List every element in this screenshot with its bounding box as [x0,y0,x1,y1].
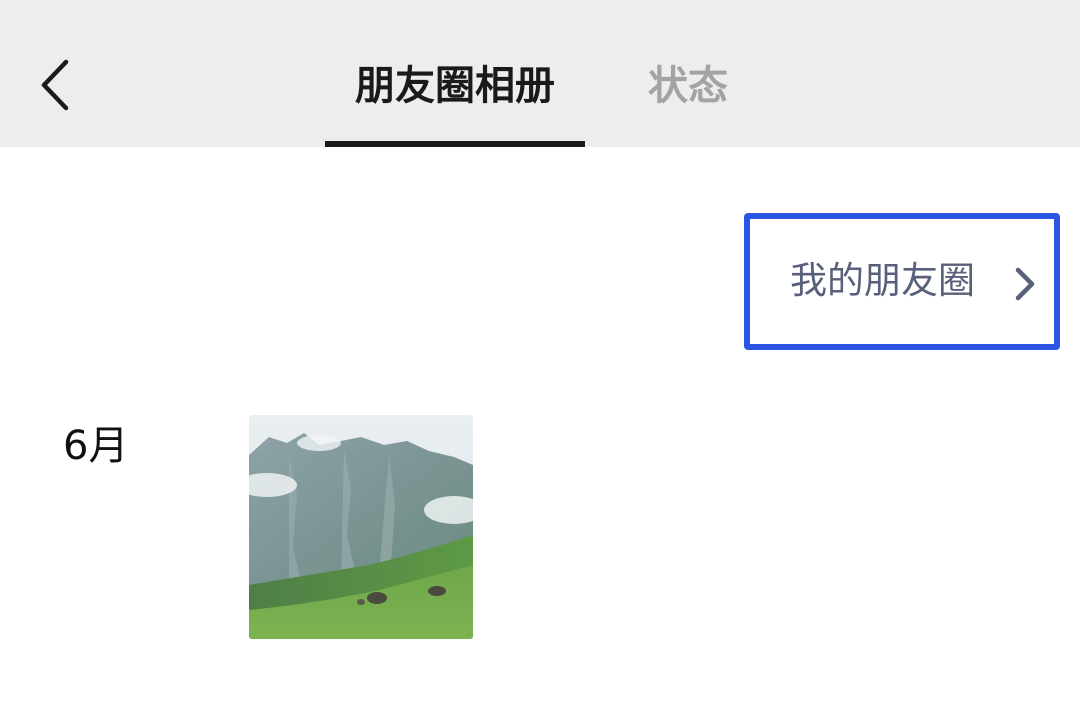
mountain-landscape-image [249,415,473,639]
chevron-right-icon [1015,267,1035,301]
top-nav-bar: 朋友圈相册 状态 [0,0,1080,147]
my-moments-link[interactable]: 我的朋友圈 [744,213,1060,350]
active-tab-indicator [325,141,585,147]
tab-moments-album[interactable]: 朋友圈相册 [325,56,585,116]
chevron-left-icon [41,59,69,111]
back-button[interactable] [30,52,90,118]
my-moments-label: 我的朋友圈 [790,259,975,302]
photo-thumbnail[interactable] [249,415,473,639]
tab-status[interactable]: 状态 [632,56,744,116]
month-label: 6月 [63,423,129,469]
